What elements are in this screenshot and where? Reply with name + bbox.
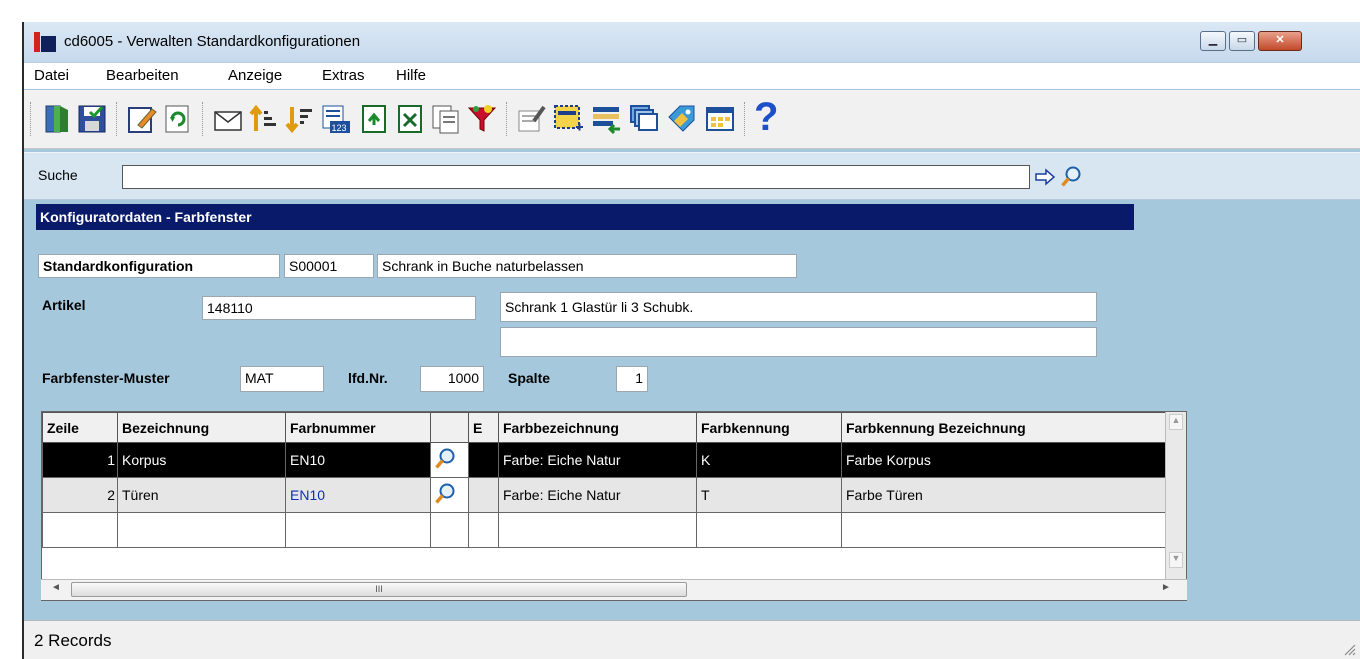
- window-title: cd6005 - Verwalten Standardkonfiguration…: [64, 33, 361, 50]
- menu-bar: Datei Bearbeiten Anzeige Extras Hilfe: [24, 63, 1360, 89]
- color-table: Zeile Bezeichnung Farbnummer E Farbbezei…: [42, 412, 1167, 548]
- col-header-farbkennung-bezeichnung[interactable]: Farbkennung Bezeichnung: [841, 412, 1167, 443]
- toolbar-separator: [202, 102, 206, 136]
- farbfenster-muster-field[interactable]: MAT: [240, 366, 324, 392]
- cell-farbkennung-bezeichnung[interactable]: Farbe Korpus: [841, 442, 1167, 478]
- edit-icon[interactable]: [126, 103, 158, 135]
- standardkonfiguration-label: Standardkonfiguration: [38, 254, 280, 278]
- col-header-zeile[interactable]: Zeile: [42, 412, 118, 443]
- menu-extras[interactable]: Extras: [322, 67, 365, 84]
- close-button[interactable]: ✕: [1258, 31, 1302, 51]
- cell-farbkennung-bezeichnung[interactable]: Farbe Türen: [841, 477, 1167, 513]
- scroll-right-arrow-icon[interactable]: ►: [1161, 582, 1171, 593]
- farbfenster-muster-label: Farbfenster-Muster: [42, 370, 170, 386]
- menu-hilfe[interactable]: Hilfe: [396, 67, 426, 84]
- resize-grip-icon[interactable]: [1342, 642, 1356, 656]
- section-header: Konfiguratordaten - Farbfenster: [36, 204, 1134, 230]
- table-row-empty[interactable]: [42, 512, 1167, 548]
- cell-farbnummer[interactable]: EN10: [285, 477, 431, 513]
- cell-farbkennung[interactable]: T: [696, 477, 842, 513]
- exit-icon[interactable]: [40, 103, 72, 135]
- search-bar: Suche: [24, 152, 1360, 200]
- horizontal-scrollbar[interactable]: ◄ III ►: [41, 579, 1187, 600]
- color-grid: Zeile Bezeichnung Farbnummer E Farbbezei…: [41, 411, 1187, 601]
- col-header-bezeichnung[interactable]: Bezeichnung: [117, 412, 286, 443]
- cell-zeile[interactable]: 2: [42, 477, 118, 513]
- export-doc-icon[interactable]: [430, 103, 462, 135]
- vertical-scrollbar[interactable]: ▲ ▼: [1165, 412, 1186, 600]
- sort-descending-icon[interactable]: [284, 103, 316, 135]
- toolbar-separator: [744, 102, 748, 136]
- menu-datei[interactable]: Datei: [34, 67, 69, 84]
- title-bar: cd6005 - Verwalten Standardkonfiguration…: [24, 22, 1360, 63]
- cell-bezeichnung[interactable]: Türen: [117, 477, 286, 513]
- table-row[interactable]: 1 Korpus EN10 Farbe: Eiche Natur K Farbe…: [42, 442, 1167, 478]
- maximize-button[interactable]: ▭: [1229, 31, 1255, 51]
- status-bar: 2 Records: [24, 620, 1360, 659]
- filter-icon[interactable]: [466, 103, 498, 135]
- cell-e[interactable]: [468, 442, 499, 478]
- toolbar-separator: [116, 102, 120, 136]
- artikel-field[interactable]: 148110: [202, 296, 476, 320]
- app-logo-icon: [34, 32, 56, 52]
- scroll-up-arrow-icon[interactable]: ▲: [1169, 414, 1183, 430]
- properties-icon[interactable]: [516, 103, 548, 135]
- table-row[interactable]: 2 Türen EN10 Farbe: Eiche Natur T Farbe …: [42, 477, 1167, 513]
- lfd-nr-field[interactable]: 1000: [420, 366, 484, 392]
- sort-ascending-icon[interactable]: [248, 103, 280, 135]
- artikel-description-2-field[interactable]: [500, 327, 1097, 357]
- col-header-lookup[interactable]: [430, 412, 469, 443]
- windows-icon[interactable]: [628, 103, 660, 135]
- col-header-e[interactable]: E: [468, 412, 499, 443]
- lookup-magnifier-icon[interactable]: [433, 447, 457, 471]
- menu-anzeige[interactable]: Anzeige: [228, 67, 282, 84]
- number-format-icon[interactable]: 123: [320, 103, 352, 135]
- cell-farbbezeichnung[interactable]: Farbe: Eiche Natur: [498, 442, 697, 478]
- cell-farbbezeichnung[interactable]: Farbe: Eiche Natur: [498, 477, 697, 513]
- layout-icon[interactable]: [704, 103, 736, 135]
- save-icon[interactable]: [76, 103, 108, 135]
- cell-farbnummer[interactable]: EN10: [285, 442, 431, 478]
- minimize-button[interactable]: ▁: [1200, 31, 1226, 51]
- record-count: 2 Records: [34, 631, 112, 650]
- search-go-arrow-icon[interactable]: [1034, 168, 1056, 186]
- menu-bearbeiten[interactable]: Bearbeiten: [106, 67, 179, 84]
- cell-zeile[interactable]: 1: [42, 442, 118, 478]
- list-add-icon[interactable]: [590, 103, 622, 135]
- scroll-down-arrow-icon[interactable]: ▼: [1169, 552, 1183, 568]
- standardkonfiguration-description-field[interactable]: Schrank in Buche naturbelassen: [377, 254, 797, 278]
- cell-lookup[interactable]: [430, 477, 469, 513]
- artikel-description-1-field[interactable]: Schrank 1 Glastür li 3 Schubk.: [500, 292, 1097, 322]
- new-record-icon[interactable]: [552, 103, 584, 135]
- mail-icon[interactable]: [212, 103, 244, 135]
- lfd-nr-label: lfd.Nr.: [348, 370, 388, 386]
- search-label: Suche: [38, 167, 78, 183]
- col-header-farbkennung[interactable]: Farbkennung: [696, 412, 842, 443]
- artikel-label: Artikel: [42, 297, 86, 313]
- toolbar: 123 ?: [24, 90, 1360, 149]
- export-icon[interactable]: [358, 103, 390, 135]
- refresh-icon[interactable]: [162, 103, 194, 135]
- search-input[interactable]: [122, 165, 1030, 189]
- svg-text:123: 123: [332, 123, 347, 133]
- search-magnifier-icon[interactable]: [1060, 165, 1082, 189]
- cell-farbkennung[interactable]: K: [696, 442, 842, 478]
- toolbar-separator: [506, 102, 510, 136]
- spalte-field[interactable]: 1: [616, 366, 648, 392]
- cell-lookup[interactable]: [430, 442, 469, 478]
- horizontal-scroll-thumb[interactable]: III: [71, 582, 687, 597]
- col-header-farbbezeichnung[interactable]: Farbbezeichnung: [498, 412, 697, 443]
- app-window: cd6005 - Verwalten Standardkonfiguration…: [22, 22, 1360, 659]
- excel-export-icon[interactable]: [394, 103, 426, 135]
- cell-bezeichnung[interactable]: Korpus: [117, 442, 286, 478]
- help-icon[interactable]: ?: [754, 96, 786, 138]
- spalte-label: Spalte: [508, 370, 551, 386]
- tag-icon[interactable]: [666, 103, 698, 135]
- cell-e[interactable]: [468, 477, 499, 513]
- lookup-magnifier-icon[interactable]: [433, 482, 457, 506]
- col-header-farbnummer[interactable]: Farbnummer: [285, 412, 431, 443]
- scroll-left-arrow-icon[interactable]: ◄: [51, 582, 61, 593]
- toolbar-grip: [30, 102, 34, 136]
- standardkonfiguration-code-field[interactable]: S00001: [284, 254, 374, 278]
